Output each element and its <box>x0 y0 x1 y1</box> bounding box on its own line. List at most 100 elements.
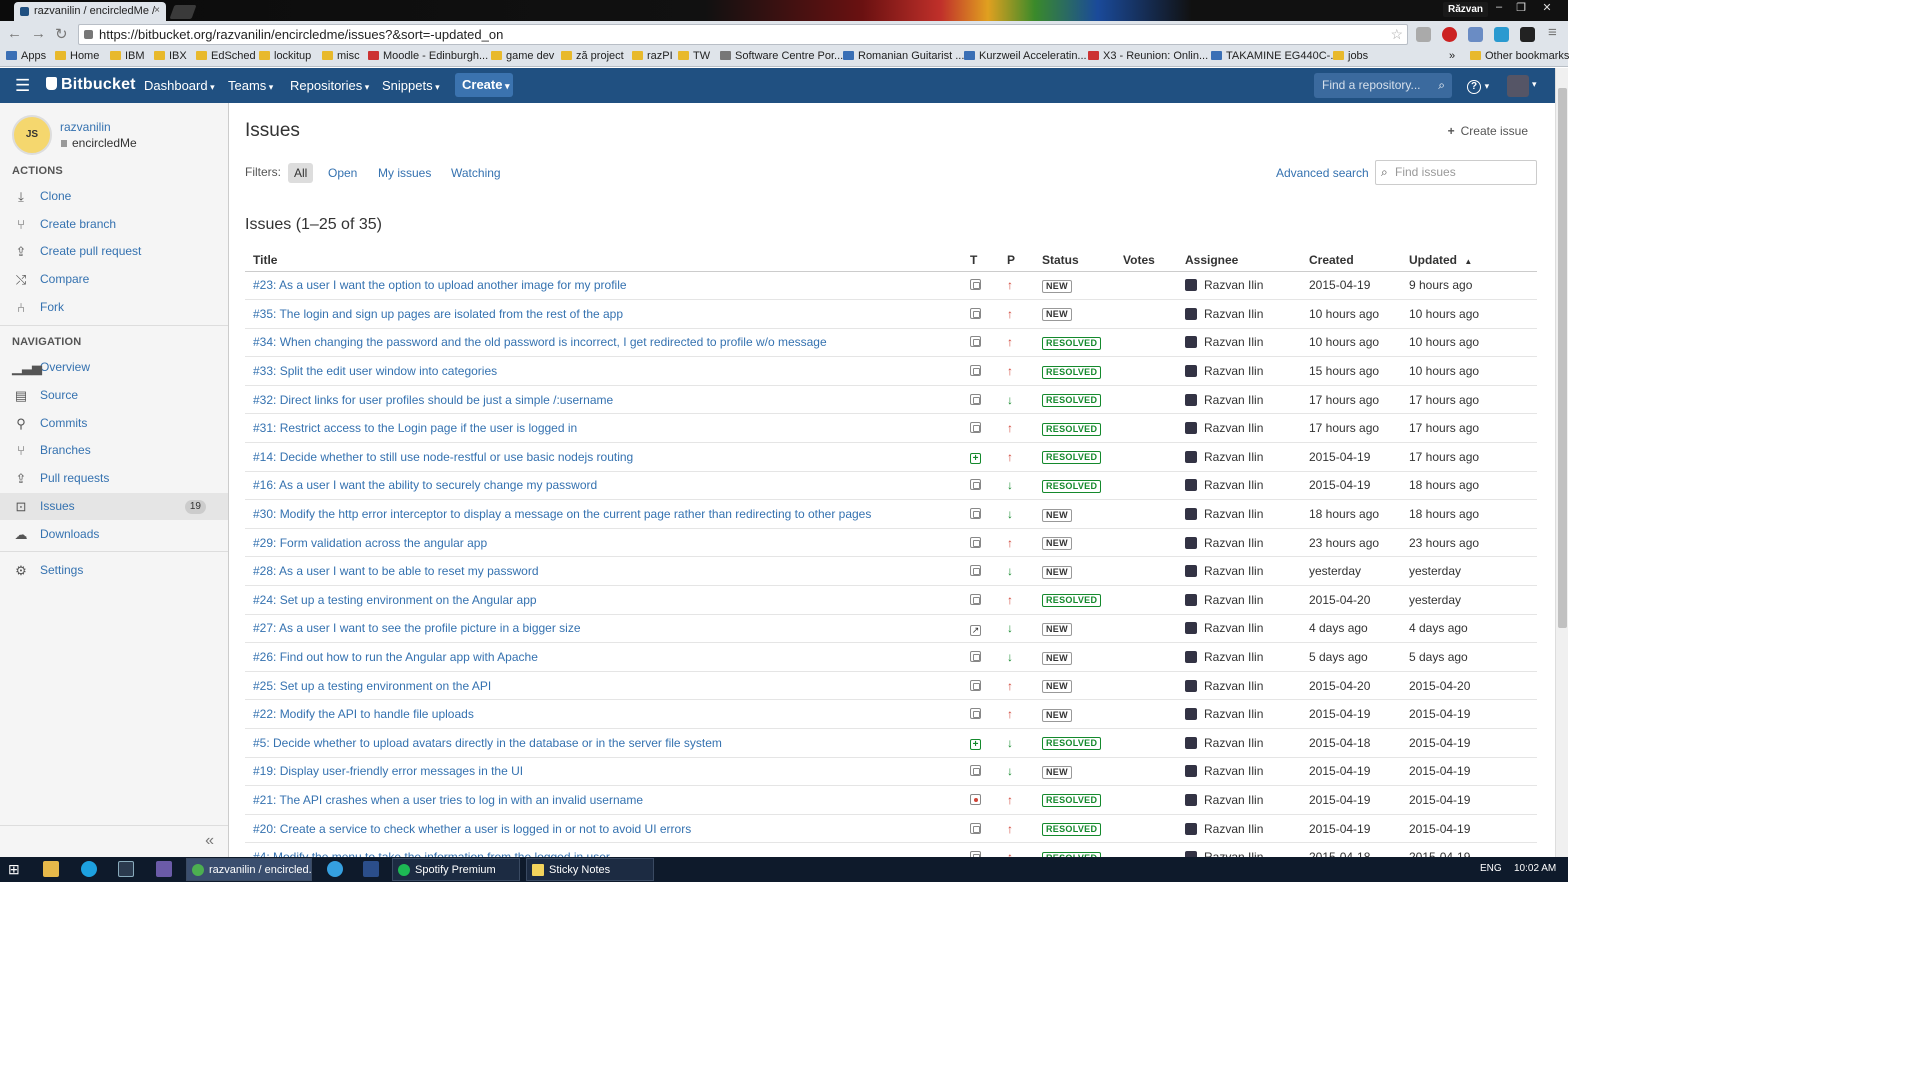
bookmark-lockitup[interactable]: lockitup <box>259 50 311 62</box>
user-avatar[interactable] <box>1507 75 1529 97</box>
bookmark-razpi[interactable]: razPI <box>632 50 673 62</box>
pen-extension-icon[interactable] <box>1468 27 1483 42</box>
repositories-menu[interactable]: Repositories <box>290 78 369 93</box>
issue-assignee-cell[interactable]: Razvan Ilin <box>1177 785 1301 815</box>
issue-assignee-cell[interactable]: Razvan Ilin <box>1177 271 1301 301</box>
browser-tab[interactable]: razvanilin / encircledMe / × <box>14 2 166 21</box>
windows-start-icon[interactable]: ⊞ <box>8 861 20 878</box>
issue-assignee-cell[interactable]: Razvan Ilin <box>1177 385 1301 415</box>
dashboard-menu[interactable]: Dashboard <box>144 78 215 93</box>
maximize-icon[interactable]: ❐ <box>1510 1 1532 14</box>
bookmark-edsched[interactable]: EdSched <box>196 50 256 62</box>
skype-icon[interactable] <box>81 861 97 877</box>
table-row[interactable]: #24: Set up a testing environment on the… <box>245 585 1537 615</box>
bookmark-moodle[interactable]: Moodle - Edinburgh... <box>368 50 488 62</box>
table-row[interactable]: #22: Modify the API to handle file uploa… <box>245 699 1537 729</box>
minimize-icon[interactable]: – <box>1488 1 1510 13</box>
table-row[interactable]: #31: Restrict access to the Login page i… <box>245 413 1537 444</box>
column-type[interactable]: T <box>962 249 999 272</box>
table-row[interactable]: #34: When changing the password and the … <box>245 328 1537 358</box>
sidebar-item-source[interactable]: ▤ Source <box>0 382 228 409</box>
issue-assignee-cell[interactable]: Razvan Ilin <box>1177 842 1301 857</box>
other-bookmarks[interactable]: Other bookmarks <box>1470 50 1569 62</box>
column-updated[interactable]: Updated ▲ <box>1401 249 1537 272</box>
column-assignee[interactable]: Assignee <box>1177 249 1301 272</box>
issue-title-link[interactable]: #23: As a user I want the option to uplo… <box>245 271 962 301</box>
table-row[interactable]: #23: As a user I want the option to uplo… <box>245 271 1537 301</box>
issue-assignee-cell[interactable]: Razvan Ilin <box>1177 585 1301 615</box>
table-row[interactable]: #21: The API crashes when a user tries t… <box>245 785 1537 815</box>
column-status[interactable]: Status <box>1034 249 1115 272</box>
table-row[interactable]: #35: The login and sign up pages are iso… <box>245 299 1537 329</box>
table-row[interactable]: #32: Direct links for user profiles shou… <box>245 385 1537 415</box>
bookmarks-more-icon[interactable]: » <box>1449 50 1455 62</box>
table-row[interactable]: #16: As a user I want the ability to sec… <box>245 471 1537 501</box>
sidebar-item-commits[interactable]: ⚲ Commits <box>0 410 228 437</box>
bookmark-za-project[interactable]: ză project <box>561 50 624 62</box>
bookmark-kurzweil[interactable]: Kurzweil Acceleratin... <box>964 50 1087 62</box>
filter-open[interactable]: Open <box>322 163 363 183</box>
issue-assignee-cell[interactable]: Razvan Ilin <box>1177 499 1301 529</box>
table-row[interactable]: #30: Modify the http error interceptor t… <box>245 499 1537 529</box>
column-created[interactable]: Created <box>1301 249 1401 272</box>
ci-extension-icon[interactable] <box>1520 27 1535 42</box>
table-row[interactable]: #28: As a user I want to be able to rese… <box>245 556 1537 587</box>
new-tab-button[interactable] <box>169 5 197 19</box>
file-explorer-icon[interactable] <box>43 861 59 877</box>
issue-title-link[interactable]: #26: Find out how to run the Angular app… <box>245 642 962 672</box>
sidebar-item-clone[interactable]: ⤓ Clone <box>0 183 228 210</box>
repo-avatar[interactable]: JS <box>12 115 52 155</box>
table-row[interactable]: #4: Modify the menu to take the informat… <box>245 842 1537 857</box>
column-votes[interactable]: Votes <box>1115 249 1177 272</box>
issue-assignee-cell[interactable]: Razvan Ilin <box>1177 299 1301 329</box>
sidebar-item-create-branch[interactable]: ⑂ Create branch <box>0 211 228 238</box>
bitbucket-logo[interactable]: Bitbucket <box>46 76 136 94</box>
issue-assignee-cell[interactable]: Razvan Ilin <box>1177 814 1301 844</box>
mail-extension-icon[interactable] <box>1416 27 1431 42</box>
issue-assignee-cell[interactable]: Razvan Ilin <box>1177 442 1301 472</box>
issue-title-link[interactable]: #5: Decide whether to upload avatars dir… <box>245 728 962 758</box>
bookmark-x3-reunion[interactable]: X3 - Reunion: Onlin... <box>1088 50 1208 62</box>
create-button[interactable]: Create <box>455 73 513 97</box>
issue-title-link[interactable]: #32: Direct links for user profiles shou… <box>245 385 962 415</box>
table-row[interactable]: #19: Display user-friendly error message… <box>245 757 1537 787</box>
column-priority[interactable]: P <box>999 249 1034 272</box>
sidebar-item-overview[interactable]: ▁▃▅ Overview <box>0 354 228 381</box>
issue-assignee-cell[interactable]: Razvan Ilin <box>1177 614 1301 644</box>
issue-title-link[interactable]: #27: As a user I want to see the profile… <box>245 614 962 644</box>
filter-all[interactable]: All <box>288 163 314 183</box>
lightbulb-icon[interactable] <box>327 861 343 877</box>
table-row[interactable]: #14: Decide whether to still use node-re… <box>245 442 1537 472</box>
sidebar-item-fork[interactable]: ⑃ Fork <box>0 294 228 321</box>
issue-title-link[interactable]: #4: Modify the menu to take the informat… <box>245 842 962 857</box>
table-row[interactable]: #27: As a user I want to see the profile… <box>245 614 1537 644</box>
issue-title-link[interactable]: #35: The login and sign up pages are iso… <box>245 299 962 329</box>
bookmark-home[interactable]: Home <box>55 50 99 62</box>
bookmark-ibx[interactable]: IBX <box>154 50 187 62</box>
sidebar-item-create-pull-request[interactable]: ⇪ Create pull request <box>0 238 228 265</box>
snippets-menu[interactable]: Snippets <box>382 78 440 93</box>
issue-title-link[interactable]: #19: Display user-friendly error message… <box>245 757 962 787</box>
issue-assignee-cell[interactable]: Razvan Ilin <box>1177 757 1301 787</box>
issue-title-link[interactable]: #20: Create a service to check whether a… <box>245 814 962 844</box>
scrollbar-thumb[interactable] <box>1558 88 1567 628</box>
issue-title-link[interactable]: #21: The API crashes when a user tries t… <box>245 785 962 815</box>
bookmark-star-icon[interactable]: ☆ <box>1390 25 1403 44</box>
issue-title-link[interactable]: #25: Set up a testing environment on the… <box>245 671 962 701</box>
issue-title-link[interactable]: #34: When changing the password and the … <box>245 328 962 358</box>
table-row[interactable]: #20: Create a service to check whether a… <box>245 814 1537 844</box>
sidebar-item-issues[interactable]: ⊡ Issues 19 <box>0 493 228 520</box>
issue-assignee-cell[interactable]: Razvan Ilin <box>1177 413 1301 444</box>
forward-icon[interactable]: → <box>31 25 46 42</box>
issue-title-link[interactable]: #24: Set up a testing environment on the… <box>245 585 962 615</box>
bookmark-jobs[interactable]: jobs <box>1333 50 1368 62</box>
issue-assignee-cell[interactable]: Razvan Ilin <box>1177 356 1301 386</box>
taskbar-chrome-window[interactable]: razvanilin / encircled... <box>186 858 312 881</box>
adblock-extension-icon[interactable] <box>1442 27 1457 42</box>
back-icon[interactable]: ← <box>7 25 22 42</box>
bookmark-romanian-guitarist[interactable]: Romanian Guitarist ... <box>843 50 964 62</box>
bookmark-takamine[interactable]: TAKAMINE EG440C-... <box>1211 50 1340 62</box>
sidebar-item-settings[interactable]: ⚙ Settings <box>0 557 228 584</box>
bookmark-software-centre[interactable]: Software Centre Por... <box>720 50 843 62</box>
sidebar-item-pull-requests[interactable]: ⇪ Pull requests <box>0 465 228 492</box>
